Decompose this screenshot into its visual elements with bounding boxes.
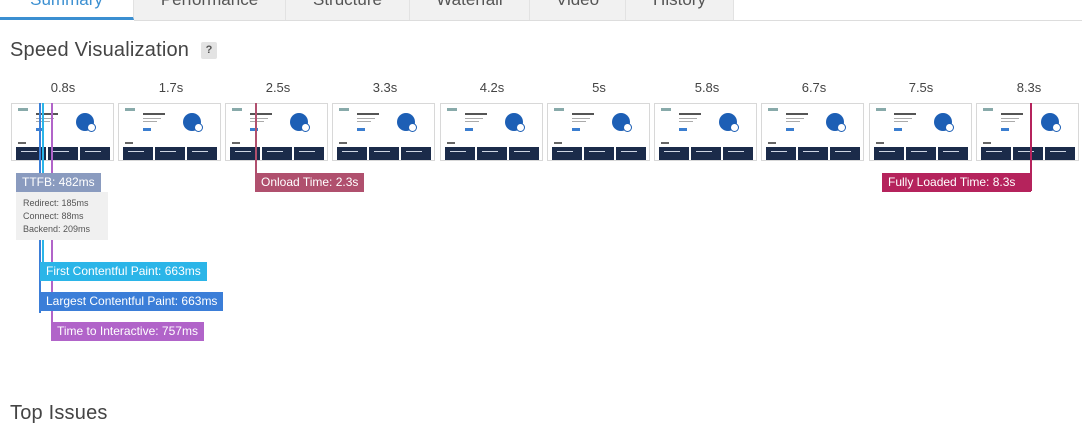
filmstrip-frame[interactable]: [869, 103, 972, 161]
tab-structure[interactable]: Structure: [286, 0, 410, 20]
tab-waterfall[interactable]: Waterfall: [410, 0, 530, 20]
help-icon[interactable]: ?: [201, 42, 217, 59]
time-label: 7.5s: [908, 80, 934, 95]
ttfb-breakdown: Redirect: 185ms Connect: 88ms Backend: 2…: [16, 192, 108, 240]
tab-history[interactable]: History: [626, 0, 734, 20]
ttfb-connect: Connect: 88ms: [23, 211, 84, 221]
time-label: 2.5s: [265, 80, 291, 95]
time-label: 5.8s: [694, 80, 720, 95]
time-label: 8.3s: [1016, 80, 1042, 95]
tab-performance[interactable]: Performance: [134, 0, 286, 20]
tab-video[interactable]: Video: [530, 0, 626, 20]
filmstrip-frame[interactable]: [440, 103, 543, 161]
tti-label[interactable]: Time to Interactive: 757ms: [51, 322, 204, 341]
ttfb-backend: Backend: 209ms: [23, 224, 91, 234]
tabs-divider: [134, 20, 1082, 21]
time-label: 1.7s: [158, 80, 184, 95]
time-label: 4.2s: [479, 80, 505, 95]
time-label: 3.3s: [372, 80, 398, 95]
speed-visualization-title: Speed Visualization: [10, 39, 190, 61]
onload-label[interactable]: Onload Time: 2.3s: [255, 173, 365, 192]
filmstrip-frame[interactable]: [11, 103, 114, 161]
fully-loaded-label[interactable]: Fully Loaded Time: 8.3s: [882, 173, 1031, 192]
filmstrip-frame[interactable]: [654, 103, 757, 161]
ttfb-redirect: Redirect: 185ms: [23, 198, 89, 208]
tab-summary[interactable]: Summary: [0, 0, 134, 20]
filmstrip-frame[interactable]: [225, 103, 328, 161]
filmstrip-frame[interactable]: [332, 103, 435, 161]
filmstrip-frame[interactable]: [976, 103, 1079, 161]
time-label: 5s: [592, 80, 606, 95]
filmstrip-frame[interactable]: [761, 103, 864, 161]
report-tabs: Summary Performance Structure Waterfall …: [0, 0, 734, 20]
ttfb-label[interactable]: TTFB: 482ms: [16, 173, 101, 192]
lcp-label[interactable]: Largest Contentful Paint: 663ms: [40, 292, 224, 311]
time-label: 6.7s: [801, 80, 827, 95]
time-label: 0.8s: [50, 80, 76, 95]
fcp-label[interactable]: First Contentful Paint: 663ms: [40, 262, 207, 281]
filmstrip-frame[interactable]: [547, 103, 650, 161]
filmstrip-frame[interactable]: [118, 103, 221, 161]
